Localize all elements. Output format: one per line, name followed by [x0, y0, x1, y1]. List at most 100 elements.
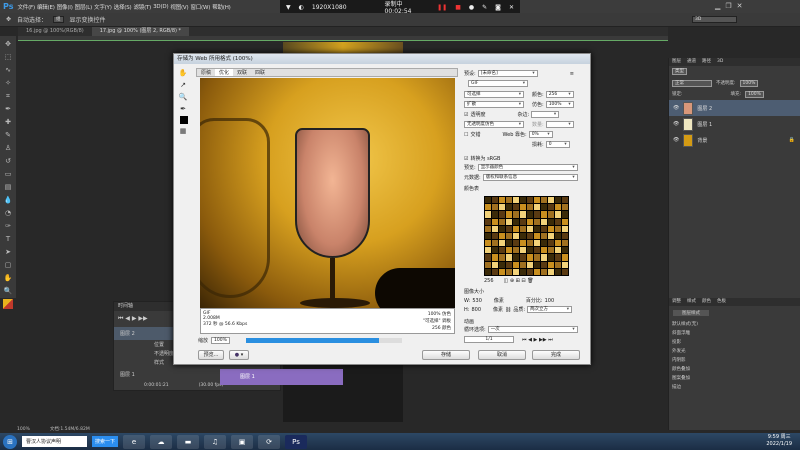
auto-select-label[interactable]: 自动选择： — [17, 15, 47, 24]
restore-icon[interactable]: ❐ — [725, 2, 731, 10]
color-swatch[interactable] — [534, 225, 540, 232]
layer-kind-filter[interactable]: 类型 — [672, 68, 687, 75]
color-swatch[interactable] — [492, 268, 498, 275]
menu-icon[interactable]: ≡ — [570, 71, 574, 77]
crop-tool-icon[interactable]: ⌗ — [3, 91, 13, 101]
color-swatch[interactable] — [541, 254, 547, 261]
web-snap-field[interactable]: 0% — [528, 131, 553, 138]
format-dropdown[interactable]: GIF — [468, 80, 528, 87]
color-swatch[interactable] — [555, 204, 561, 211]
color-swatch[interactable] — [541, 211, 547, 218]
workspace-dropdown[interactable]: 3D — [692, 16, 737, 23]
color-swatch[interactable] — [527, 204, 533, 211]
color-swatch[interactable] — [485, 261, 491, 268]
zoom-dropdown[interactable]: 100% — [211, 337, 230, 344]
menu-type[interactable]: 文字(Y) — [93, 3, 113, 11]
color-swatch[interactable] — [506, 225, 512, 232]
fill-field[interactable]: 100% — [745, 91, 764, 98]
color-swatch[interactable] — [485, 218, 491, 225]
color-table-actions[interactable]: ◫ ⊕ ⊞ ⊟ 🗑 — [504, 278, 534, 284]
color-swatch[interactable] — [541, 268, 547, 275]
taskbar-search[interactable]: 曹汉人协议声明 — [22, 436, 87, 447]
transparency-dither-dropdown[interactable]: 无透明度仿色 — [464, 121, 524, 128]
color-swatch[interactable] — [485, 232, 491, 240]
video-icon[interactable]: ▣ — [231, 434, 254, 449]
eye-icon[interactable]: 👁 — [673, 137, 679, 143]
close-recorder-icon[interactable]: ✕ — [509, 4, 514, 11]
doc-tab-16[interactable]: 16.jpg @ 100%(RGB/8) — [18, 27, 92, 36]
color-swatch[interactable] — [541, 225, 547, 232]
color-swatch[interactable] — [506, 211, 512, 218]
toggle-slices-icon[interactable]: ▦ — [178, 126, 188, 136]
style-item[interactable]: 斜面浮雕 — [672, 329, 714, 338]
layer-item[interactable]: 👁 图层 2 — [669, 100, 800, 116]
preset-dropdown[interactable]: [未命名] — [477, 70, 538, 77]
color-swatch[interactable] — [548, 254, 554, 261]
color-swatch[interactable] — [555, 268, 561, 275]
lossy-field[interactable]: 0 — [545, 141, 570, 148]
tab-2up[interactable]: 双联 — [233, 69, 251, 76]
color-swatch[interactable] — [534, 261, 540, 268]
pen-icon[interactable]: ✎ — [482, 4, 487, 11]
color-swatch[interactable] — [492, 197, 498, 204]
blur-icon[interactable]: 💧 — [3, 195, 13, 205]
color-swatch[interactable] — [513, 225, 519, 232]
matte-dropdown[interactable] — [531, 111, 560, 118]
folder-icon[interactable]: ▬ — [177, 434, 200, 449]
color-swatch[interactable] — [485, 254, 491, 261]
color-swatch[interactable] — [492, 254, 498, 261]
color-swatch[interactable] — [555, 254, 561, 261]
color-swatch[interactable] — [513, 211, 519, 218]
pen-tool-icon[interactable]: ✑ — [3, 221, 13, 231]
color-swatch[interactable] — [548, 225, 554, 232]
color-table[interactable] — [484, 196, 569, 276]
close-icon[interactable]: ✕ — [737, 2, 743, 10]
color-swatch[interactable] — [513, 204, 519, 211]
opacity-field[interactable]: 100% — [739, 80, 759, 87]
pin-icon[interactable]: ▼ — [286, 4, 291, 11]
path-select-icon[interactable]: ➤ — [3, 247, 13, 257]
history-brush-icon[interactable]: ↺ — [3, 156, 13, 166]
color-swatch[interactable] — [499, 240, 505, 247]
menu-filter[interactable]: 滤镜(T) — [132, 3, 152, 11]
color-swatch[interactable] — [485, 247, 491, 254]
color-swatch[interactable] — [506, 197, 512, 204]
auto-select-dropdown[interactable]: 组 — [53, 16, 64, 23]
color-swatch[interactable] — [499, 204, 505, 211]
width-field[interactable]: 530 — [472, 298, 482, 304]
menu-layer[interactable]: 图层(L) — [74, 3, 93, 11]
color-swatch[interactable] — [513, 240, 519, 247]
color-swatch[interactable] — [506, 218, 512, 225]
color-swatch[interactable] — [492, 225, 498, 232]
color-swatch[interactable] — [534, 254, 540, 261]
color-swatch[interactable] — [555, 197, 561, 204]
menu-file[interactable]: 文件(F) — [16, 3, 35, 11]
move-tool-icon[interactable]: ✥ — [3, 39, 13, 49]
color-swatch[interactable] — [534, 240, 540, 247]
color-swatch[interactable] — [513, 218, 519, 225]
layer-item[interactable]: 👁 图层 1 — [669, 116, 800, 132]
color-swatch[interactable] — [485, 268, 491, 275]
color-swatch[interactable] — [499, 268, 505, 275]
color-swatch[interactable] — [506, 247, 512, 254]
style-item[interactable]: 投影 — [672, 338, 714, 347]
color-swatch[interactable] — [548, 204, 554, 211]
ie-icon[interactable]: e — [123, 434, 146, 449]
tab-3d[interactable]: 3D — [717, 58, 723, 66]
color-swatch[interactable] — [506, 268, 512, 275]
contrast-icon[interactable]: ◐ — [299, 4, 304, 11]
tab-color[interactable]: 颜色 — [702, 298, 711, 306]
color-swatch[interactable] — [562, 261, 568, 268]
color-swatch[interactable] — [499, 247, 505, 254]
quick-select-icon[interactable]: ✧ — [3, 78, 13, 88]
color-swatch[interactable] — [562, 218, 568, 225]
link-icon[interactable]: ⛓ — [505, 307, 511, 313]
color-swatch[interactable] — [499, 211, 505, 218]
chat-icon[interactable]: ● — [469, 4, 474, 11]
color-swatch[interactable] — [513, 197, 519, 204]
color-swatch[interactable] — [555, 240, 561, 247]
color-swatch[interactable] — [541, 204, 547, 211]
color-swatch[interactable] — [499, 232, 505, 240]
color-swatch[interactable] — [534, 268, 540, 275]
cloud-icon[interactable]: ☁ — [150, 434, 173, 449]
